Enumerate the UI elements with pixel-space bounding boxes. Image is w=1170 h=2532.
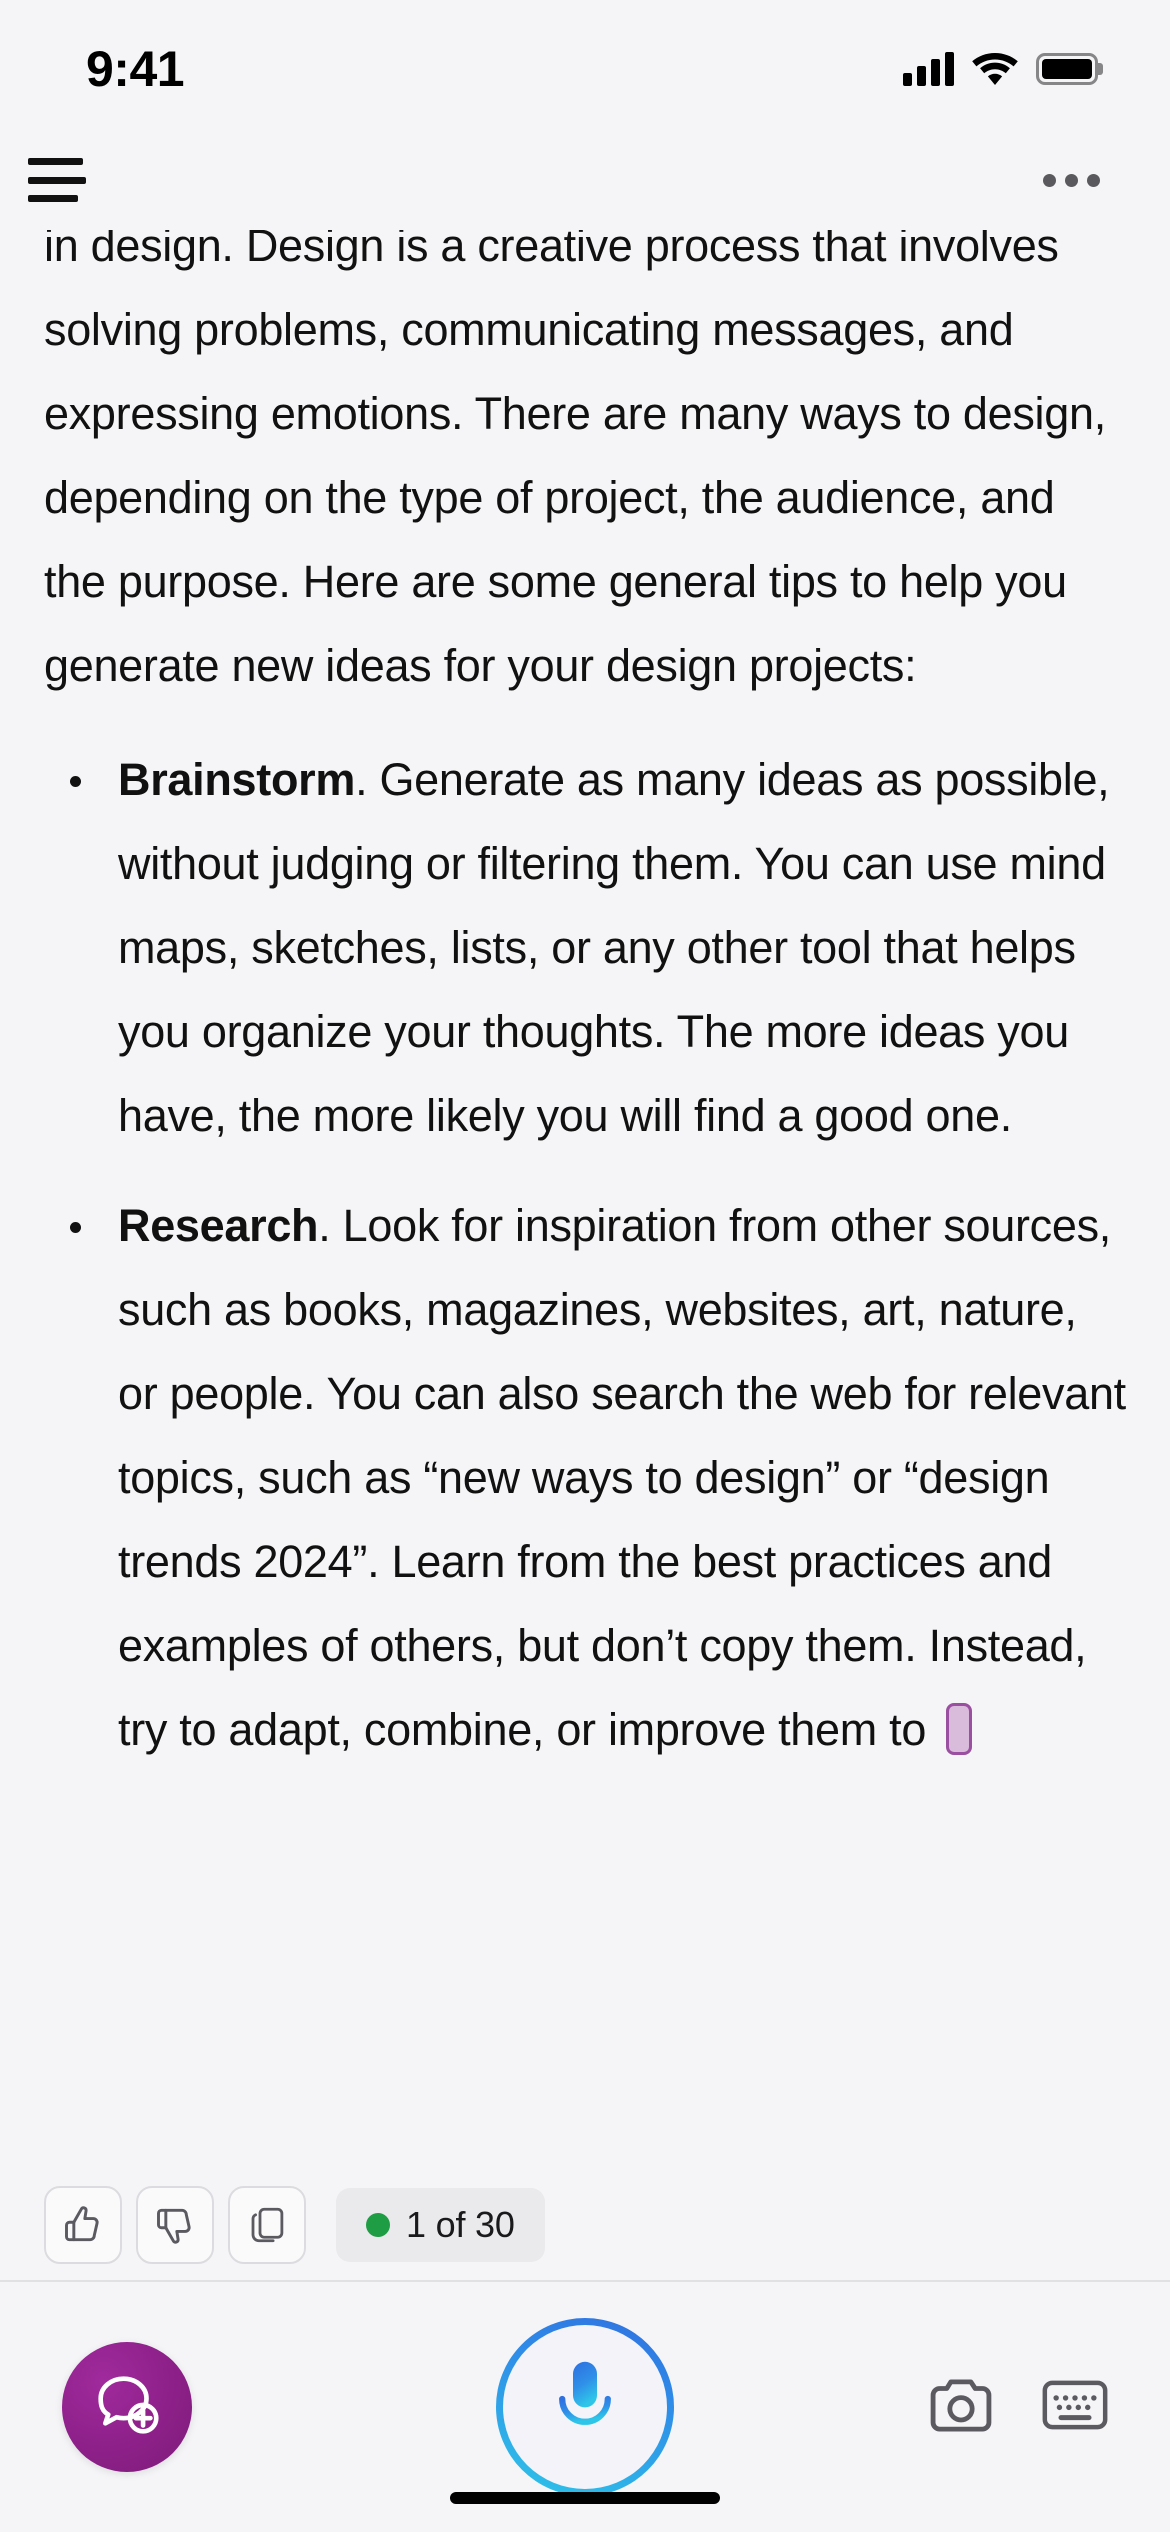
status-badge: 1 of 30 (336, 2188, 545, 2262)
keyboard-button[interactable] (1042, 2378, 1108, 2437)
wifi-icon (972, 52, 1018, 86)
microphone-icon (545, 2357, 625, 2458)
status-dot-icon (366, 2213, 390, 2237)
assistant-message: in design. Design is a creative process … (44, 230, 1126, 1798)
list-item-text: . Look for inspiration from other source… (118, 1200, 1126, 1755)
thumbs-up-button[interactable] (44, 2186, 122, 2264)
list-item-term: Brainstorm (118, 754, 356, 805)
home-indicator (450, 2492, 720, 2504)
toolbar-right-icons (928, 2375, 1108, 2440)
list-item-text: . Generate as many ideas as possible, wi… (118, 754, 1110, 1141)
copy-button[interactable] (228, 2186, 306, 2264)
message-paragraph: in design. Design is a creative process … (44, 230, 1106, 691)
streaming-text-caret (946, 1703, 973, 1755)
keyboard-icon (1042, 2378, 1108, 2437)
new-chat-button[interactable] (62, 2342, 192, 2472)
list-item-term: Research (118, 1200, 319, 1251)
message-actions-row: 1 of 30 (0, 2170, 1170, 2280)
copy-icon (246, 2204, 288, 2246)
thumbs-down-icon (153, 2203, 197, 2247)
cellular-signal-icon (903, 52, 954, 86)
thumbs-up-icon (61, 2203, 105, 2247)
phone-screen: 9:41 in design. Design is a creative pro… (0, 0, 1170, 2532)
camera-icon (928, 2375, 994, 2440)
tips-list: Brainstorm. Generate as many ideas as po… (44, 738, 1126, 1772)
page-indicator-label: 1 of 30 (406, 2204, 515, 2245)
battery-full-icon (1036, 53, 1098, 85)
hamburger-menu-icon[interactable] (28, 156, 86, 204)
navigation-bar (0, 130, 1170, 230)
list-item: Research. Look for inspiration from othe… (44, 1184, 1126, 1772)
thumbs-down-button[interactable] (136, 2186, 214, 2264)
status-bar: 9:41 (0, 0, 1170, 130)
status-indicators (903, 44, 1098, 86)
more-options-icon[interactable] (1033, 164, 1110, 197)
message-content-area[interactable]: in design. Design is a creative process … (0, 230, 1170, 2158)
status-time: 9:41 (86, 41, 185, 97)
voice-input-button[interactable] (496, 2318, 674, 2496)
list-item: Brainstorm. Generate as many ideas as po… (44, 738, 1126, 1158)
camera-button[interactable] (928, 2375, 994, 2440)
new-chat-bubble-plus-icon (88, 2366, 166, 2449)
